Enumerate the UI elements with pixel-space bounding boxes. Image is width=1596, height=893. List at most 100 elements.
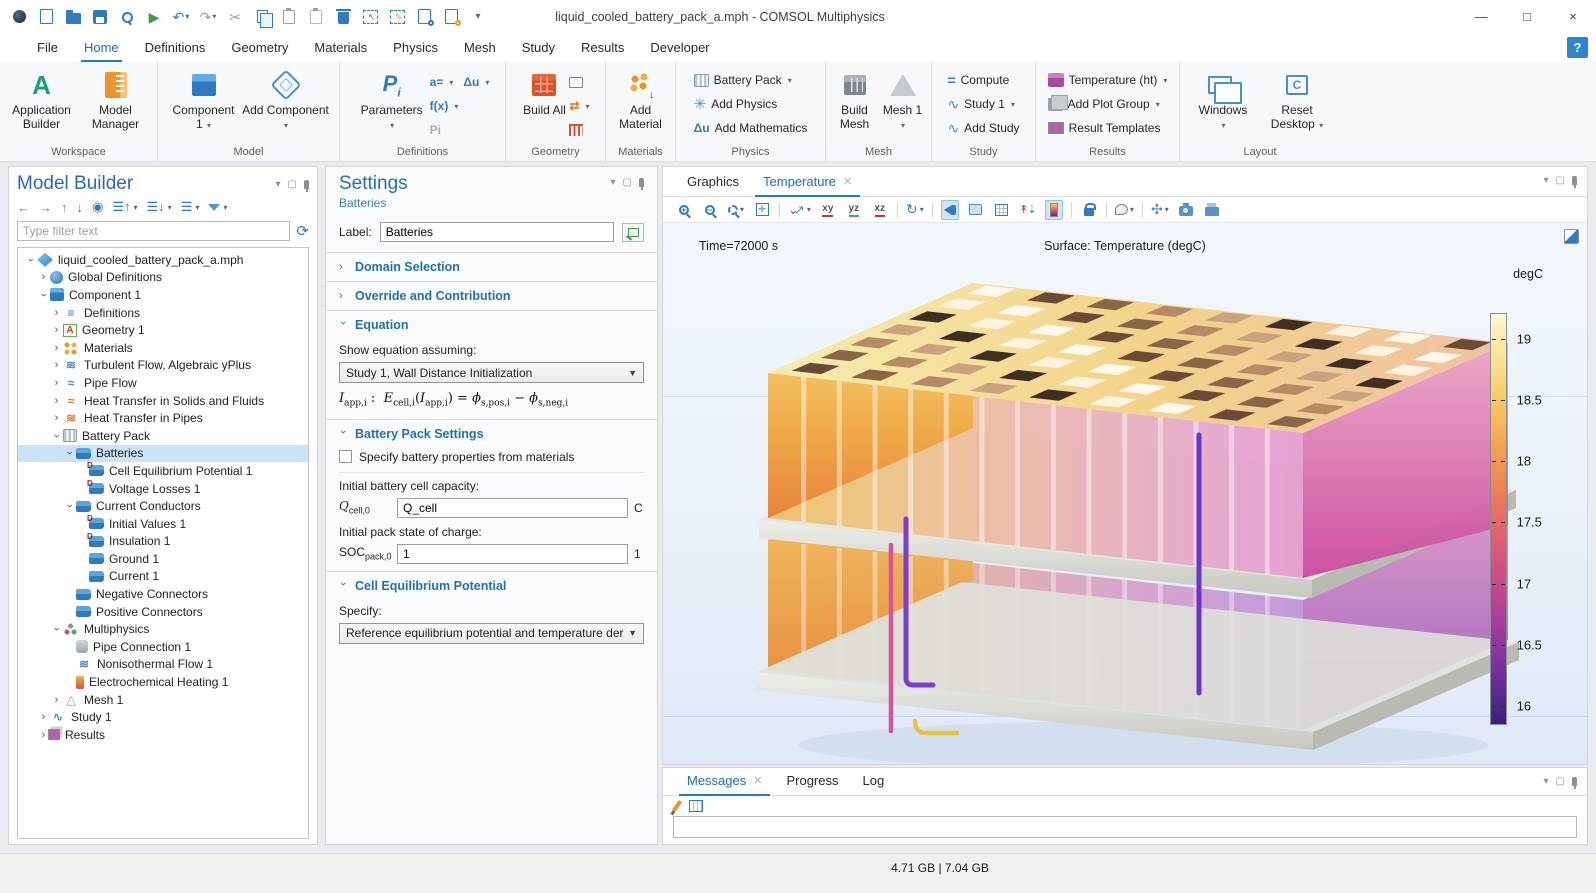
section-cell-equilibrium-potential[interactable]: › Cell Equilibrium Potential: [326, 572, 657, 600]
section-battery-pack-settings[interactable]: › Battery Pack Settings: [326, 420, 657, 448]
copy-icon[interactable]: [253, 8, 271, 26]
expander-open-icon[interactable]: ›: [64, 500, 76, 513]
zoom-box-icon[interactable]: ▾: [727, 200, 745, 220]
close-button[interactable]: ×: [1550, 0, 1596, 33]
add-physics-button[interactable]: ✳Add Physics: [694, 94, 808, 114]
undo-icon[interactable]: ↶▾: [172, 8, 190, 26]
table-messages-icon[interactable]: [689, 800, 703, 812]
tree-item-multiphysics[interactable]: ›Multiphysics: [18, 620, 308, 638]
scene-light-icon[interactable]: [941, 200, 959, 220]
expander-closed-icon[interactable]: ›: [50, 412, 63, 424]
duplicate-icon[interactable]: [307, 8, 325, 26]
expander-open-icon[interactable]: ›: [25, 253, 37, 266]
expander-closed-icon[interactable]: ›: [50, 377, 63, 389]
tree-item-heat-transfer-in-solids-and-fluids[interactable]: ›≈Heat Transfer in Solids and Fluids: [18, 392, 308, 410]
help-button[interactable]: ?: [1567, 37, 1588, 58]
color-palette-icon[interactable]: ▾: [1115, 200, 1134, 220]
qat-more-icon[interactable]: ▾: [469, 8, 487, 26]
plot-update-icon[interactable]: ✣▾: [1151, 200, 1169, 220]
panel-menu-icon[interactable]: ▾: [1544, 776, 1549, 787]
tab-temperature[interactable]: Temperature✕: [753, 169, 862, 196]
expander-closed-icon[interactable]: ›: [37, 271, 50, 283]
clear-selection-icon[interactable]: ✎: [388, 8, 406, 26]
messages-output[interactable]: [673, 816, 1577, 838]
model-manager-button[interactable]: Model Manager: [80, 66, 152, 131]
redo-icon[interactable]: ↷▾: [199, 8, 217, 26]
cut-icon[interactable]: ✂: [226, 8, 244, 26]
parameter-case-button[interactable]: Pi: [430, 120, 490, 140]
back-icon[interactable]: ←: [17, 200, 30, 215]
tree-item-materials[interactable]: ›Materials: [18, 339, 308, 357]
build-mesh-button[interactable]: Build Mesh: [832, 66, 878, 131]
rotate-icon[interactable]: ↻▾: [906, 200, 924, 220]
add-plot-group-button[interactable]: Add Plot Group▾: [1048, 94, 1168, 114]
menu-tab-mesh[interactable]: Mesh: [451, 35, 509, 62]
soc-input[interactable]: [397, 544, 628, 564]
expander-open-icon[interactable]: ›: [51, 429, 63, 442]
close-tab-icon[interactable]: ✕: [843, 175, 852, 188]
rename-button[interactable]: [622, 223, 644, 242]
move-up-icon[interactable]: ↑: [61, 200, 68, 215]
tab-progress[interactable]: Progress: [776, 768, 848, 795]
windows-button[interactable]: Windows▾: [1187, 66, 1259, 131]
tree-item-batteries[interactable]: ›Batteries: [18, 445, 308, 463]
parameters-button[interactable]: PiParameters▾: [356, 66, 428, 131]
tree-item-positive-connectors[interactable]: Positive Connectors: [18, 603, 308, 621]
import-geometry-button[interactable]: [569, 72, 589, 92]
color-legend-icon[interactable]: [1045, 200, 1063, 220]
transparency-icon[interactable]: [967, 200, 985, 220]
tree-item-battery-pack[interactable]: ›Battery Pack: [18, 427, 308, 445]
compute-button[interactable]: =Compute: [947, 70, 1019, 90]
filter-icon[interactable]: ▾: [208, 203, 227, 212]
expander-closed-icon[interactable]: ›: [50, 395, 63, 407]
menu-tab-developer[interactable]: Developer: [637, 35, 722, 62]
section-domain-selection[interactable]: › Domain Selection: [326, 253, 657, 281]
equation-study-select[interactable]: Study 1, Wall Distance Initialization▼: [339, 362, 644, 383]
expander-open-icon[interactable]: ›: [38, 288, 50, 301]
expand-all-icon[interactable]: ☰↓▾: [147, 199, 172, 215]
specify-from-materials-checkbox[interactable]: [339, 450, 352, 463]
mesh1-button[interactable]: Mesh 1 ▾: [880, 66, 926, 131]
section-equation[interactable]: › Equation: [326, 311, 657, 339]
model-tree-nodes-icon[interactable]: ☰▾: [181, 199, 200, 215]
float-panel-icon[interactable]: ▢: [1556, 776, 1565, 787]
plot-thumbnail-icon[interactable]: [1564, 229, 1579, 244]
tree-item-voltage-losses-1[interactable]: DVoltage Losses 1: [18, 480, 308, 498]
plot-canvas[interactable]: Time=72000 s Surface: Temperature (degC)…: [663, 223, 1587, 764]
add-component-button[interactable]: Add Component ▾: [242, 66, 330, 131]
menu-tab-geometry[interactable]: Geometry: [218, 35, 301, 62]
pin-icon[interactable]: [639, 178, 644, 187]
pin-icon[interactable]: [1572, 176, 1577, 185]
specify-select[interactable]: Reference equilibrium potential and temp…: [339, 623, 644, 644]
find-results-icon[interactable]: [442, 8, 460, 26]
menu-tab-materials[interactable]: Materials: [301, 35, 380, 62]
reset-desktop-button[interactable]: CReset Desktop ▾: [1261, 66, 1333, 131]
build-all-button[interactable]: Build All: [521, 66, 567, 117]
partition-button[interactable]: [569, 120, 589, 140]
tree-item-electrochemical-heating-1[interactable]: Electrochemical Heating 1: [18, 673, 308, 691]
tree-item-liquid-cooled-battery-pack-a-mph[interactable]: ›liquid_cooled_battery_pack_a.mph: [18, 251, 308, 269]
forward-icon[interactable]: →: [39, 200, 52, 215]
tree-item-ground-1[interactable]: Ground 1: [18, 550, 308, 568]
tree-filter-input[interactable]: [17, 221, 290, 241]
collapse-all-icon[interactable]: ☰↑▾: [112, 199, 137, 215]
find-icon[interactable]: [415, 8, 433, 26]
new-file-icon[interactable]: [37, 8, 55, 26]
application-builder-button[interactable]: AApplication Builder: [6, 66, 78, 131]
panel-menu-icon[interactable]: ▾: [276, 179, 281, 190]
view-xy-icon[interactable]: xy: [819, 200, 837, 220]
grid-icon[interactable]: [993, 200, 1011, 220]
view-xz-icon[interactable]: xz: [871, 200, 889, 220]
panel-menu-icon[interactable]: ▾: [611, 177, 616, 188]
select-box-icon[interactable]: ↖: [361, 8, 379, 26]
tree-item-component-1[interactable]: ›Component 1: [18, 286, 308, 304]
move-down-icon[interactable]: ↓: [77, 200, 84, 215]
print-icon[interactable]: [1203, 200, 1221, 220]
capacity-input[interactable]: [397, 498, 628, 518]
maximize-button[interactable]: □: [1504, 0, 1550, 33]
show-icon[interactable]: ◉: [92, 199, 103, 215]
component-button[interactable]: Component 1 ▾: [168, 66, 240, 131]
add-study-button[interactable]: ∿Add Study: [947, 118, 1019, 138]
zoom-out-icon[interactable]: −: [701, 200, 719, 220]
menu-tab-results[interactable]: Results: [568, 35, 637, 62]
